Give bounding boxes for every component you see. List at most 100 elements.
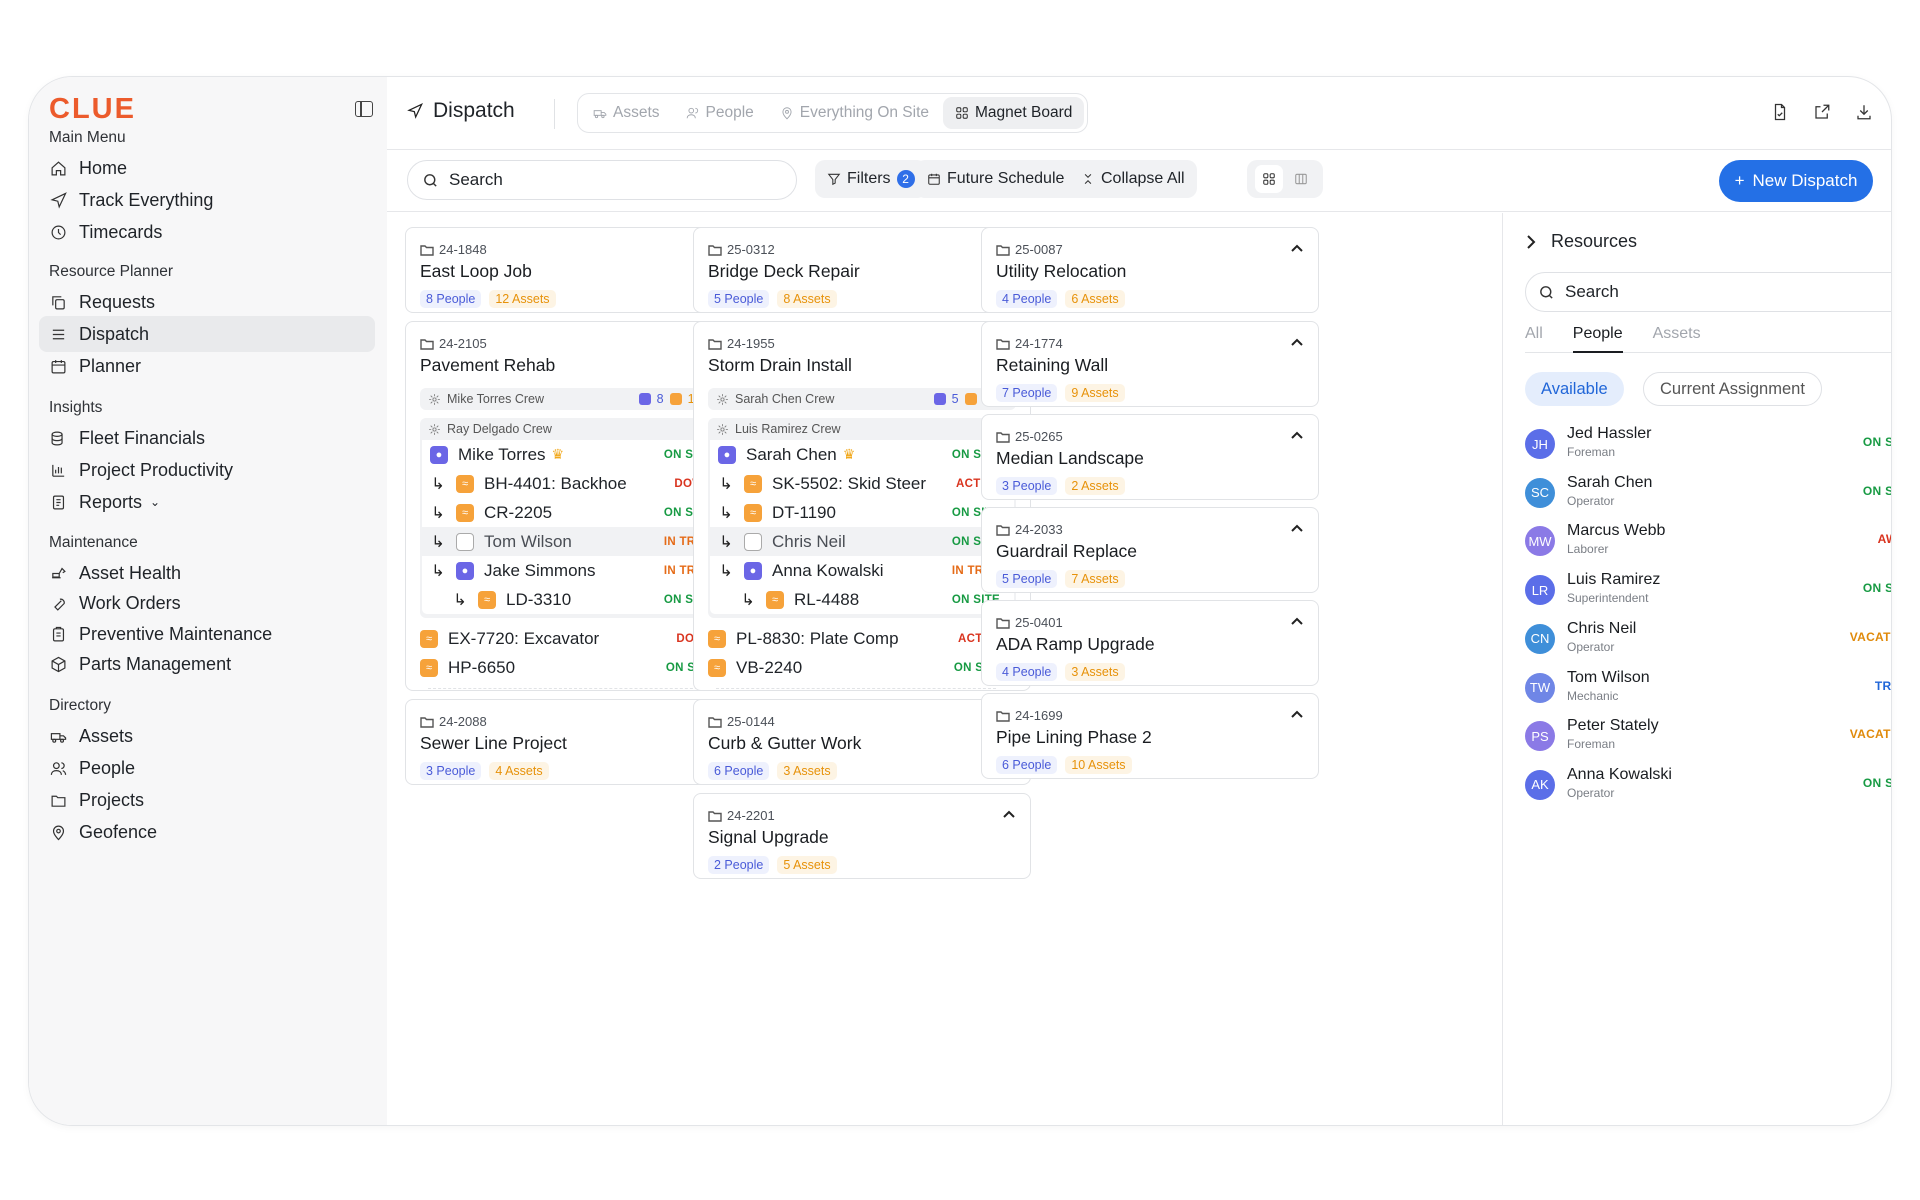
sidebar-item-label: Planner xyxy=(79,355,142,376)
available-filter[interactable]: Available xyxy=(1525,372,1624,406)
crew-member-row[interactable]: ↳ ≈ CR-2205 ON SITE xyxy=(422,498,726,527)
equipment-icon xyxy=(964,393,977,405)
sidebar-item-parts-management[interactable]: Parts Management xyxy=(39,647,375,683)
people-count-pill: 2 People xyxy=(708,856,770,874)
tab-everything-on-site[interactable]: Everything On Site xyxy=(768,97,941,129)
search-input[interactable]: Search xyxy=(407,160,797,200)
tab-people[interactable]: People xyxy=(1572,323,1623,353)
equipment-icon xyxy=(669,393,682,405)
sidebar-item-projects[interactable]: Projects xyxy=(39,782,375,818)
sidebar-item-project-productivity[interactable]: Project Productivity xyxy=(39,452,375,488)
sidebar-item-label: Asset Health xyxy=(79,562,182,583)
person-row[interactable]: TW Tom Wilson Mechanic TRAIN xyxy=(1525,669,1891,713)
job-title: Storm Drain Install xyxy=(708,355,852,375)
folder-icon xyxy=(996,617,1010,629)
new-dispatch-button[interactable]: + New Dispatch xyxy=(1719,160,1873,202)
job-card[interactable]: 24-2033 Guardrail Replace 5 People 7 Assets xyxy=(981,507,1319,593)
equipment-icon: ≈ xyxy=(708,629,726,648)
person-name: Marcus Webb xyxy=(1567,522,1666,540)
asset-row[interactable]: ≈ HP-6650 ON SITE xyxy=(420,653,728,682)
job-id: 24-2201 xyxy=(708,808,1016,823)
equipment-icon: ≈ xyxy=(420,658,438,677)
job-card[interactable]: 24-2201 Signal Upgrade 2 People 5 Assets xyxy=(693,793,1031,879)
job-card[interactable]: 25-0265 Median Landscape 3 People 2 Assets xyxy=(981,414,1319,500)
grid-view-icon[interactable] xyxy=(1255,165,1283,193)
collapse-all-button[interactable]: Collapse All xyxy=(1069,160,1197,198)
job-title: East Loop Job xyxy=(420,261,532,281)
person-row[interactable]: MW Marcus Webb Laborer AWAY xyxy=(1525,522,1891,566)
job-card[interactable]: 24-1774 Retaining Wall 7 People 9 Assets xyxy=(981,321,1319,407)
people-count-pill: 6 People xyxy=(996,756,1058,774)
crew-member-row[interactable]: ↳ ≈ RL-4488 ON SITE xyxy=(710,585,1014,614)
person-row[interactable]: JH Jed Hassler Foreman ON SITE xyxy=(1525,425,1891,469)
folder-icon xyxy=(420,338,434,350)
tab-all[interactable]: All xyxy=(1525,323,1543,352)
crew-member-row[interactable]: ↳ ● Jake Simmons IN TRNS xyxy=(422,556,726,585)
crew-member-row[interactable]: ↳ ≈ SK-5502: Skid Steer ACTIVE xyxy=(710,469,1014,498)
sidebar-item-fleet-financials[interactable]: Fleet Financials xyxy=(39,420,375,456)
external-link-icon[interactable] xyxy=(1813,103,1831,121)
sidebar-item-geofence[interactable]: Geofence xyxy=(39,814,375,850)
chevron-up-icon[interactable] xyxy=(1290,708,1304,722)
document-icon[interactable] xyxy=(1771,103,1789,121)
job-id: 25-0265 xyxy=(996,429,1304,444)
tab-people[interactable]: People xyxy=(674,97,766,129)
sidebar-toggle-icon[interactable] xyxy=(355,101,373,117)
tab-assets[interactable]: Assets xyxy=(1653,323,1701,352)
sidebar-item-label: Assets xyxy=(79,725,134,746)
job-card[interactable]: 24-1699 Pipe Lining Phase 2 6 People 10 Ass… xyxy=(981,693,1319,779)
job-id: 25-0401 xyxy=(996,615,1304,630)
chevron-up-icon[interactable] xyxy=(1290,336,1304,350)
avatar: CN xyxy=(1525,623,1555,654)
crew-member-row[interactable]: ● Mike Torres ♛ ON SITE xyxy=(422,440,726,469)
crew-member-row[interactable]: ↳ Tom Wilson IN TRNS xyxy=(422,527,726,556)
sidebar-item-requests[interactable]: Requests xyxy=(39,284,375,320)
asset-row[interactable]: ≈ PL-8830: Plate Comp ACTIVE xyxy=(708,624,1016,653)
sidebar-item-track-everything[interactable]: Track Everything xyxy=(39,182,375,218)
current-assignment-filter[interactable]: Current Assignment xyxy=(1643,372,1822,406)
crew-collapsed[interactable]: Sarah Chen Crew57⌃ xyxy=(708,388,1016,410)
chevron-up-icon[interactable] xyxy=(1290,615,1304,629)
columns-view-icon[interactable] xyxy=(1287,165,1315,193)
job-card[interactable]: 25-0401 ADA Ramp Upgrade 4 People 3 Assets xyxy=(981,600,1319,686)
clock-icon xyxy=(49,223,67,241)
chevron-up-icon[interactable] xyxy=(1290,242,1304,256)
chevron-up-icon[interactable] xyxy=(1290,522,1304,536)
job-card[interactable]: 25-0087 Utility Relocation 4 People 6 Asset… xyxy=(981,227,1319,313)
person-role: Operator xyxy=(1567,639,1615,654)
sidebar-item-planner[interactable]: Planner xyxy=(39,348,375,384)
crew-member-row[interactable]: ● Sarah Chen ♛ ON SITE xyxy=(710,440,1014,469)
job-id: 24-2105 xyxy=(420,336,728,351)
sidebar-item-label: People xyxy=(79,757,136,778)
asset-row[interactable]: ≈ VB-2240 ON SITE xyxy=(708,653,1016,682)
crew-member-row[interactable]: ↳≈BH-4401: BackhoeDOWN xyxy=(422,469,726,498)
crew-member-row[interactable]: ↳ ≈ DT-1190 ON SITE xyxy=(710,498,1014,527)
crew-member-row[interactable]: ↳ ● Anna Kowalski IN TRNS xyxy=(710,556,1014,585)
resources-search-input[interactable]: Search xyxy=(1525,272,1891,312)
sidebar-item-dispatch[interactable]: Dispatch xyxy=(39,316,375,352)
filters-button[interactable]: Filters 2 xyxy=(815,160,927,198)
tab-magnet-board[interactable]: Magnet Board xyxy=(943,97,1085,129)
future-schedule-dropdown[interactable]: Future Schedule xyxy=(915,160,1094,198)
chevron-up-icon[interactable] xyxy=(1290,429,1304,443)
sidebar-item-home[interactable]: Home xyxy=(39,150,375,186)
person-row[interactable]: SC Sarah Chen Operator ON SITE xyxy=(1525,474,1891,518)
tab-assets[interactable]: Assets xyxy=(581,97,672,129)
person-row[interactable]: CN Chris Neil Operator VACATION xyxy=(1525,620,1891,664)
report-icon xyxy=(49,493,67,511)
person-row[interactable]: PS Peter Stately Foreman VACATION xyxy=(1525,717,1891,761)
person-row[interactable]: LR Luis Ramirez Superintendent ON SITE xyxy=(1525,571,1891,615)
asset-row[interactable]: ≈EX-7720: ExcavatorDOWN xyxy=(420,624,728,653)
crew-collapsed[interactable]: Mike Torres Crew812⌃ xyxy=(420,388,728,410)
crew-member-row[interactable]: ↳ Chris Neil ON SITE xyxy=(710,527,1014,556)
resources-header[interactable]: Resources xyxy=(1525,231,1637,252)
person-row[interactable]: AK Anna Kowalski Operator ON SITE xyxy=(1525,766,1891,810)
chevron-up-icon[interactable] xyxy=(1002,808,1016,822)
sidebar-item-assets[interactable]: Assets xyxy=(39,718,375,754)
sidebar-item-timecards[interactable]: Timecards xyxy=(39,214,375,250)
sidebar-item-people[interactable]: People xyxy=(39,750,375,786)
crew-member-row[interactable]: ↳ ≈ LD-3310 ON SITE xyxy=(422,585,726,614)
sidebar-item-reports[interactable]: Reports ⌄ xyxy=(39,484,375,520)
equipment-icon: ≈ xyxy=(708,658,726,677)
download-icon[interactable] xyxy=(1855,103,1873,121)
